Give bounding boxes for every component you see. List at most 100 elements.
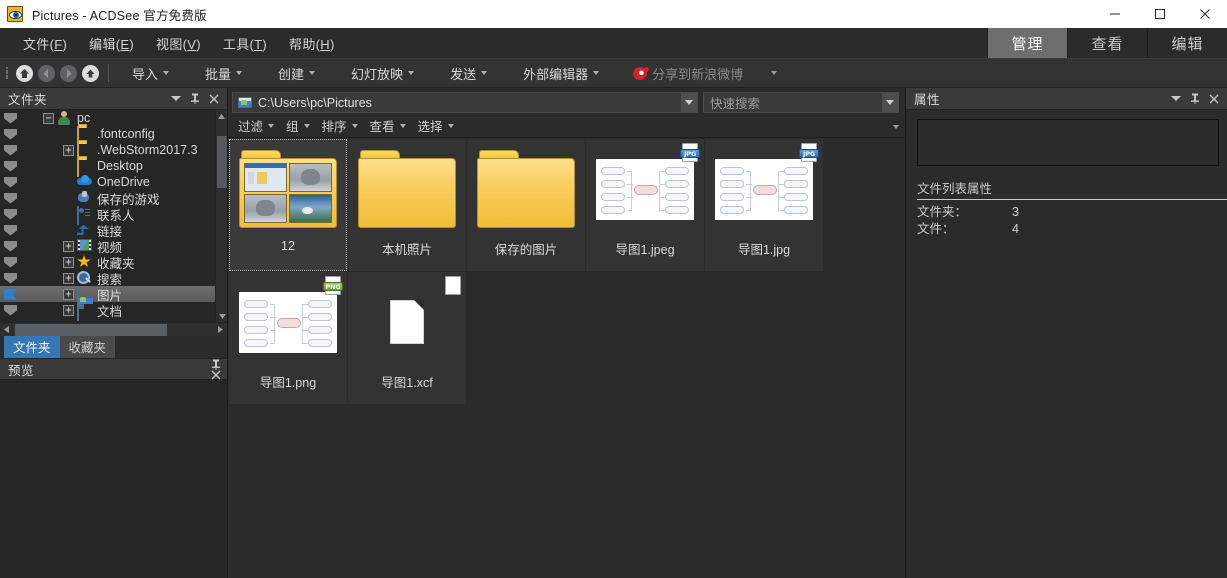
pin-icon[interactable] xyxy=(211,359,221,370)
close-icon[interactable] xyxy=(209,94,219,104)
tree-marker-icon xyxy=(4,209,17,220)
close-icon[interactable] xyxy=(211,370,221,380)
tree-item-label: 文档 xyxy=(97,301,122,320)
tree-item-文档[interactable]: + 文档 xyxy=(0,302,227,318)
tree-item-.WebStorm2017.3[interactable]: +.WebStorm2017.3 xyxy=(0,142,227,158)
tree-expander-toggle[interactable]: + xyxy=(63,289,74,300)
up-button[interactable] xyxy=(79,62,101,84)
file-grid-item[interactable]: 本机照片 xyxy=(348,139,466,271)
tree-marker-icon xyxy=(4,129,17,140)
group-label: 组 xyxy=(286,116,299,135)
address-path: C:\Users\pc\Pictures xyxy=(258,96,372,110)
menu-view[interactable]: 视图(V) xyxy=(145,30,212,57)
tree-marker-icon xyxy=(4,161,17,172)
tree-expander-toggle[interactable]: − xyxy=(43,113,54,124)
menu-view-label: 视图 xyxy=(156,37,183,52)
scroll-right-icon[interactable] xyxy=(214,323,227,337)
scroll-down-icon[interactable] xyxy=(216,310,227,322)
tree-expander-toggle[interactable]: + xyxy=(63,241,74,252)
pin-icon[interactable] xyxy=(1190,93,1200,104)
folder-tree-hscroll-track[interactable] xyxy=(13,323,214,337)
file-grid-item[interactable]: JPG导图1.jpeg xyxy=(586,139,704,271)
folder-tree-vscrollbar[interactable] xyxy=(215,110,227,322)
sort-button[interactable]: 排序 xyxy=(322,116,358,135)
address-dropdown-button[interactable] xyxy=(681,93,697,112)
chevron-down-icon[interactable] xyxy=(171,95,181,102)
scroll-left-icon[interactable] xyxy=(0,323,13,337)
tree-expander-toggle[interactable]: + xyxy=(63,273,74,284)
preview-pane-header: 预览 xyxy=(0,358,227,380)
window-title: Pictures - ACDSee 官方免费版 xyxy=(32,5,207,24)
quick-search-dropdown-button[interactable] xyxy=(882,93,898,112)
menu-file-accel: F xyxy=(54,37,62,52)
address-bar[interactable]: C:\Users\pc\Pictures xyxy=(232,92,698,113)
chevron-down-icon[interactable] xyxy=(1171,95,1181,102)
pin-icon[interactable] xyxy=(190,93,200,104)
quick-search-input[interactable]: 快速搜索 xyxy=(703,92,899,113)
tab-view[interactable]: 查看 xyxy=(1067,28,1147,58)
forward-arrow-icon xyxy=(60,65,77,82)
toolbar-grip[interactable] xyxy=(4,65,11,81)
title-bar: Pictures - ACDSee 官方免费版 xyxy=(0,0,1227,28)
forward-button[interactable] xyxy=(57,62,79,84)
sidebar-tabs: 文件夹 收藏夹 xyxy=(0,336,227,358)
tree-expander-toggle[interactable]: + xyxy=(63,305,74,316)
slideshow-label: 幻灯放映 xyxy=(351,64,403,83)
import-button[interactable]: 导入 xyxy=(124,61,177,86)
chevron-down-icon xyxy=(593,71,599,75)
tree-item-Desktop[interactable]: Desktop xyxy=(0,158,227,174)
close-button[interactable] xyxy=(1182,0,1227,28)
select-button[interactable]: 选择 xyxy=(418,116,454,135)
menu-help[interactable]: 帮助(H) xyxy=(278,30,346,57)
tab-edit[interactable]: 编辑 xyxy=(1147,28,1227,58)
file-grid-item[interactable]: PNG导图1.png xyxy=(229,272,347,404)
window-controls xyxy=(1092,0,1227,28)
properties-note-field[interactable] xyxy=(917,119,1219,166)
sidebar-tab-folders[interactable]: 文件夹 xyxy=(4,335,60,358)
tree-expander-toggle[interactable]: + xyxy=(63,145,74,156)
tree-marker-icon xyxy=(4,225,17,236)
share-weibo-button[interactable]: 分享到新浪微博 xyxy=(625,61,751,86)
tree-item-pc[interactable]: −pc xyxy=(0,110,227,126)
folder-tree[interactable]: −pc.fontconfig+.WebStorm2017.3DesktopOne… xyxy=(0,110,227,322)
main-area: 文件夹 −pc.fontconfig+.WebStorm2017.3Deskto… xyxy=(0,88,1227,578)
toolbar-overflow-button[interactable] xyxy=(763,68,785,78)
filter-button[interactable]: 过滤 xyxy=(238,116,274,135)
menu-edit[interactable]: 编辑(E) xyxy=(78,30,145,57)
folder-tree-hscroll-thumb[interactable] xyxy=(15,324,167,336)
file-grid-item[interactable]: 导图1.xcf xyxy=(348,272,466,404)
tree-expander-toggle[interactable]: + xyxy=(63,257,74,268)
scroll-up-icon[interactable] xyxy=(216,110,227,122)
chevron-down-icon xyxy=(352,124,358,128)
minimize-button[interactable] xyxy=(1092,0,1137,28)
menu-file[interactable]: 文件(F) xyxy=(12,30,78,57)
file-grid-item[interactable]: 保存的图片 xyxy=(467,139,585,271)
sidebar-tab-favorites[interactable]: 收藏夹 xyxy=(60,335,116,358)
menu-file-label: 文件 xyxy=(23,37,50,52)
tab-manage[interactable]: 管理 xyxy=(987,28,1067,58)
folder-tree-hscrollbar[interactable] xyxy=(0,322,227,336)
home-button[interactable] xyxy=(13,62,35,84)
file-thumbnail xyxy=(229,139,347,239)
group-button[interactable]: 组 xyxy=(286,116,310,135)
properties-pane-body xyxy=(906,238,1227,578)
file-grid-item[interactable]: 12 xyxy=(229,139,347,271)
search-icon xyxy=(77,271,93,285)
file-grid-container[interactable]: 12本机照片保存的图片JPG导图1.jpegJPG导图1.jpg PNG导图1.p… xyxy=(228,138,905,578)
menu-help-accel: H xyxy=(320,37,330,52)
file-list-properties-rows: 文件夹： 3 文件： 4 xyxy=(917,204,1227,238)
close-icon[interactable] xyxy=(1209,94,1219,104)
external-editor-button[interactable]: 外部编辑器 xyxy=(515,61,607,86)
file-grid-item[interactable]: JPG导图1.jpg xyxy=(705,139,823,271)
batch-button[interactable]: 批量 xyxy=(197,61,250,86)
maximize-button[interactable] xyxy=(1137,0,1182,28)
create-button[interactable]: 创建 xyxy=(270,61,323,86)
back-button[interactable] xyxy=(35,62,57,84)
menu-tools[interactable]: 工具(T) xyxy=(212,30,278,57)
folder-tree-vscroll-thumb[interactable] xyxy=(217,136,227,188)
send-button[interactable]: 发送 xyxy=(442,61,495,86)
slideshow-button[interactable]: 幻灯放映 xyxy=(343,61,422,86)
filter-overflow-button[interactable] xyxy=(893,116,899,134)
tree-item-.fontconfig[interactable]: .fontconfig xyxy=(0,126,227,142)
view-button[interactable]: 查看 xyxy=(370,116,406,135)
